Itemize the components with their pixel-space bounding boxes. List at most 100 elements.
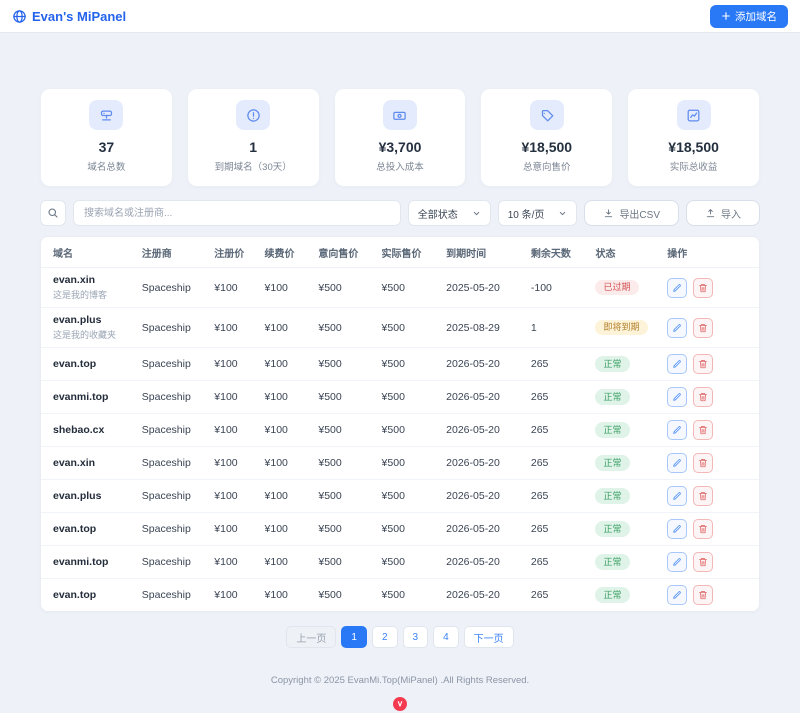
stat-label: 到期域名（30天） [214, 162, 292, 173]
col-header-renew-price: 续费价 [258, 237, 313, 268]
plus-icon [721, 11, 731, 21]
renew-price-cell: ¥100 [258, 307, 313, 348]
pencil-icon [672, 590, 682, 600]
domains-table-card: 域名 注册商 注册价 续费价 意向售价 实际售价 到期时间 剩余天数 状态 操作… [40, 236, 760, 612]
edit-button[interactable] [667, 317, 688, 338]
page-button-2[interactable]: 2 [371, 626, 398, 648]
edit-button[interactable] [667, 486, 688, 506]
trash-icon [698, 323, 708, 333]
domains-table: 域名 注册商 注册价 续费价 意向售价 实际售价 到期时间 剩余天数 状态 操作… [41, 237, 759, 611]
intent-price-cell: ¥500 [312, 446, 376, 480]
expiry-cell: 2026-05-20 [440, 380, 525, 414]
intent-price-cell: ¥500 [312, 307, 376, 348]
actual-price-cell: ¥500 [375, 512, 441, 546]
edit-button[interactable] [667, 552, 688, 572]
status-badge: 正常 [595, 554, 630, 570]
edit-button[interactable] [667, 354, 688, 374]
reg-price-cell: ¥100 [214, 589, 238, 601]
actual-price-cell: ¥500 [375, 347, 441, 381]
trash-icon [698, 491, 708, 501]
pencil-icon [672, 458, 682, 468]
globe-icon [12, 9, 27, 24]
next-page-button[interactable]: 下一页 [463, 626, 514, 648]
delete-button[interactable] [693, 387, 714, 407]
edit-button[interactable] [667, 387, 688, 407]
registrar-cell: Spaceship [135, 307, 209, 348]
banknote-icon [382, 100, 417, 130]
pencil-icon [672, 491, 682, 501]
trash-icon [698, 590, 708, 600]
intent-price-cell: ¥500 [312, 479, 376, 513]
status-badge: 已过期 [595, 279, 639, 296]
row-actions [667, 486, 753, 506]
page-button-1[interactable]: 1 [341, 626, 367, 648]
edit-button[interactable] [667, 585, 688, 605]
renew-price-cell: ¥100 [258, 512, 313, 546]
edit-button[interactable] [667, 453, 688, 473]
trash-icon [698, 557, 708, 567]
reg-price-cell: ¥100 [208, 479, 259, 513]
edit-button[interactable] [667, 420, 688, 440]
stat-label: 总投入成本 [376, 162, 424, 173]
renew-price-cell: ¥100 [264, 589, 288, 601]
status-filter-select[interactable]: 全部状态 [407, 200, 491, 226]
domain-note: 这是我的收藏夹 [53, 330, 117, 340]
stat-value: 37 [98, 139, 115, 155]
status-badge: 正常 [595, 488, 630, 504]
prev-page-button[interactable]: 上一页 [286, 626, 337, 648]
import-button[interactable]: 导入 [686, 200, 760, 226]
footer: Copyright © 2025 EvanMi.Top(MiPanel) .Al… [40, 675, 760, 713]
col-header-actual-price: 实际售价 [375, 237, 441, 268]
days-left-cell: 265 [524, 512, 590, 546]
chevron-down-icon [558, 209, 567, 218]
delete-button[interactable] [693, 420, 714, 440]
expiry-cell: 2026-05-20 [440, 446, 525, 480]
page-size-select[interactable]: 10 条/页 [497, 200, 578, 226]
page-button-4[interactable]: 4 [433, 626, 459, 648]
delete-button[interactable] [693, 486, 714, 506]
renew-price-cell: ¥100 [258, 380, 313, 414]
status-badge: 正常 [595, 356, 630, 372]
row-actions [667, 317, 753, 338]
days-left-cell: 265 [524, 380, 590, 414]
intent-price-cell: ¥500 [312, 267, 376, 308]
registrar-cell: Spaceship [141, 589, 191, 601]
export-csv-label: 导出CSV [619, 209, 660, 221]
delete-button[interactable] [693, 453, 714, 473]
col-header-status: 状态 [589, 237, 662, 268]
brand: Evan's MiPanel [12, 9, 126, 24]
pagination: 上一页 1 2 3 4 下一页 [40, 626, 760, 648]
table-body: evan.xin 这是我的博客 Spaceship ¥100 ¥100 ¥500… [41, 267, 759, 612]
pencil-icon [672, 392, 682, 402]
actual-price-cell: ¥500 [375, 380, 441, 414]
expiry-cell: 2026-05-20 [440, 545, 525, 579]
trash-icon [698, 425, 708, 435]
delete-button[interactable] [693, 354, 714, 374]
chevron-down-icon [472, 209, 481, 218]
registrar-cell: Spaceship [135, 512, 209, 546]
reg-price-cell: ¥100 [208, 347, 259, 381]
add-domain-button[interactable]: 添加域名 [710, 4, 788, 28]
intent-price-cell: ¥500 [312, 413, 376, 447]
delete-button[interactable] [693, 585, 714, 605]
edit-button[interactable] [667, 519, 688, 539]
delete-button[interactable] [693, 317, 714, 338]
col-header-registrar: 注册商 [135, 237, 209, 268]
status-filter-value: 全部状态 [417, 209, 458, 221]
pencil-icon [672, 359, 682, 369]
delete-button[interactable] [693, 277, 714, 298]
delete-button[interactable] [693, 519, 714, 539]
domain-name: evanmi.top [53, 391, 109, 403]
export-csv-button[interactable]: 导出CSV [584, 200, 679, 226]
search-input[interactable] [73, 200, 401, 226]
expiry-cell: 2026-05-20 [440, 413, 525, 447]
registrar-cell: Spaceship [135, 446, 209, 480]
table-row: evan.top Spaceship ¥100 ¥100 ¥500 ¥500 2… [41, 347, 759, 381]
stat-value: ¥18,500 [668, 139, 719, 155]
page-button-3[interactable]: 3 [402, 626, 429, 648]
trash-icon [698, 524, 708, 534]
edit-button[interactable] [667, 277, 688, 298]
icp-badge-icon[interactable] [393, 697, 407, 711]
expiry-cell: 2025-05-20 [440, 267, 525, 308]
delete-button[interactable] [693, 552, 714, 572]
